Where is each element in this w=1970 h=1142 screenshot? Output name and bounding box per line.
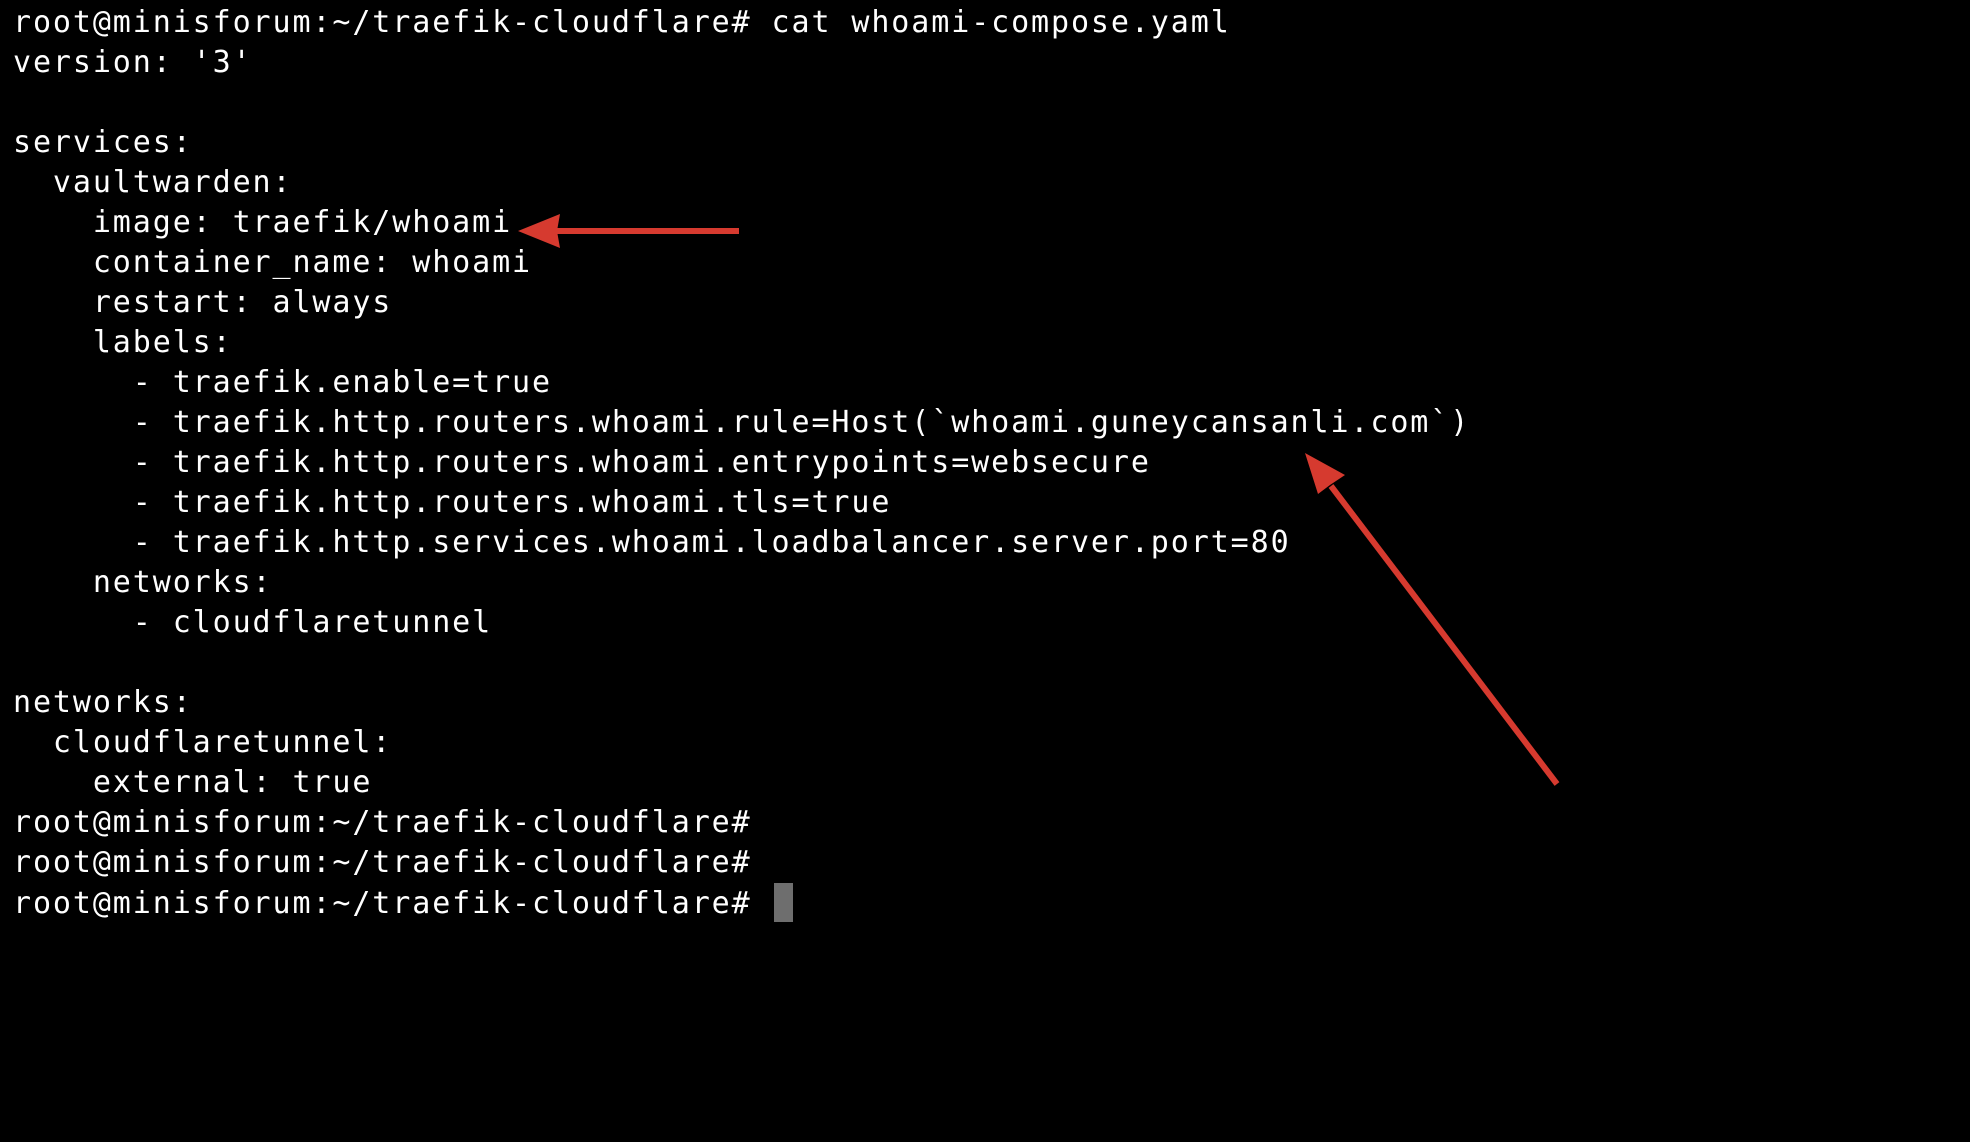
terminal-line: networks: xyxy=(13,685,193,720)
terminal-line: labels: xyxy=(13,325,233,360)
terminal-line: - traefik.enable=true xyxy=(13,365,552,400)
terminal-line: external: true xyxy=(13,765,373,800)
terminal-line: - traefik.http.services.whoami.loadbalan… xyxy=(13,525,1291,560)
terminal-line: container_name: whoami xyxy=(13,245,532,280)
terminal-line: - traefik.http.routers.whoami.entrypoint… xyxy=(13,445,1151,480)
terminal-line: - cloudflaretunnel xyxy=(13,605,493,640)
terminal-line: - traefik.http.routers.whoami.tls=true xyxy=(13,485,892,520)
terminal-window[interactable]: root@minisforum:~/traefik-cloudflare# ca… xyxy=(0,0,1970,1142)
terminal-line: vaultwarden: xyxy=(13,165,293,200)
terminal-line: version: '3' xyxy=(13,45,253,80)
terminal-line: networks: xyxy=(13,565,273,600)
terminal-prompt: root@minisforum:~/traefik-cloudflare# xyxy=(13,845,752,880)
terminal-output: root@minisforum:~/traefik-cloudflare# ca… xyxy=(13,3,1470,923)
terminal-active-prompt: root@minisforum:~/traefik-cloudflare# xyxy=(13,886,772,921)
terminal-line: restart: always xyxy=(13,285,393,320)
terminal-line-command: root@minisforum:~/traefik-cloudflare# ca… xyxy=(13,5,1231,40)
terminal-prompt: root@minisforum:~/traefik-cloudflare# xyxy=(13,805,752,840)
terminal-active-prompt-line[interactable]: root@minisforum:~/traefik-cloudflare# xyxy=(13,883,1470,923)
terminal-line-host-rule: - traefik.http.routers.whoami.rule=Host(… xyxy=(13,405,1471,440)
terminal-line: cloudflaretunnel: xyxy=(13,725,393,760)
text-cursor xyxy=(773,883,793,922)
terminal-line: services: xyxy=(13,125,193,160)
terminal-line-image: image: traefik/whoami xyxy=(13,205,513,240)
